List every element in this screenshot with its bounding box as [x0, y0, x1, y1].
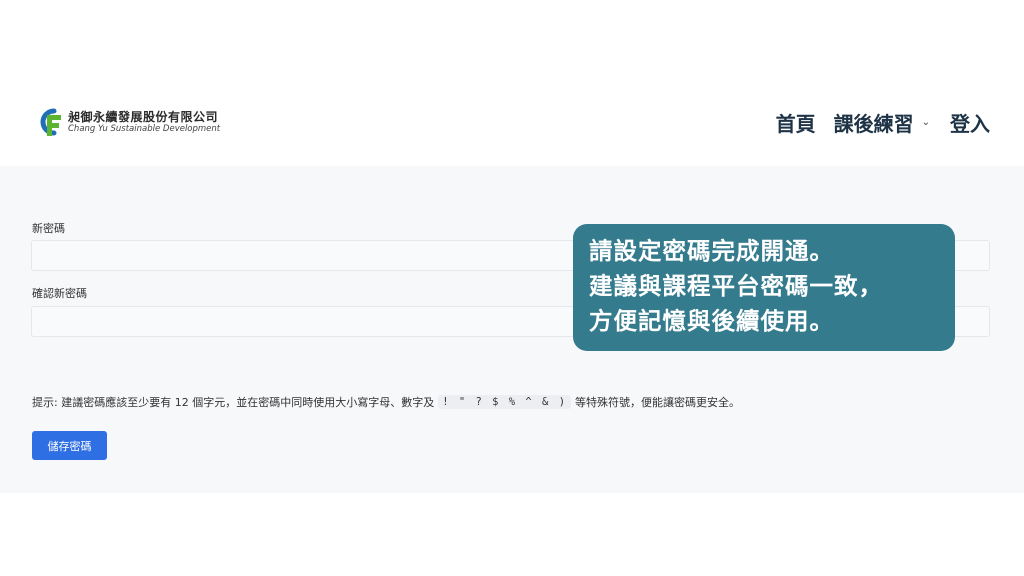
instruction-callout: 請設定密碼完成開通。 建議與課程平台密碼一致， 方便記憶與後續使用。	[573, 224, 955, 351]
save-password-button[interactable]: 儲存密碼	[32, 431, 107, 460]
company-name-en: Chang Yu Sustainable Development	[68, 123, 221, 134]
nav-home[interactable]: 首頁	[776, 108, 816, 137]
password-hint: 提示: 建議密碼應該至少要有 12 個字元，並在密碼中同時使用大小寫字母、數字及…	[32, 394, 740, 410]
nav-courses-label: 課後練習	[833, 112, 914, 136]
callout-line-2: 建議與課程平台密碼一致，	[589, 272, 883, 300]
company-name-cn: 昶御永續發展股份有限公司	[68, 109, 219, 124]
nav-login[interactable]: 登入	[950, 108, 990, 137]
callout-line-1: 請設定密碼完成開通。	[589, 237, 834, 265]
main-nav: 首頁 課後練習 ⌄ 登入	[758, 108, 990, 137]
hint-special-chars: ! " ? $ % ^ & )	[438, 395, 572, 409]
callout-line-3: 方便記憶與後續使用。	[589, 307, 834, 335]
hint-prefix: 提示: 建議密碼應該至少要有 12 個字元，並在密碼中同時使用大小寫字母、數字及	[32, 396, 435, 409]
confirm-password-label: 確認新密碼	[32, 287, 87, 300]
chevron-down-icon: ⌄	[921, 117, 930, 128]
nav-courses[interactable]: 課後練習 ⌄	[834, 108, 932, 137]
site-header: 昶御永續發展股份有限公司 Chang Yu Sustainable Develo…	[0, 0, 1024, 166]
logo-text: 昶御永續發展股份有限公司 Chang Yu Sustainable Develo…	[68, 110, 220, 135]
new-password-label: 新密碼	[32, 222, 65, 235]
logo-mark-icon	[34, 105, 64, 139]
hint-suffix: 等特殊符號，便能讓密碼更安全。	[575, 396, 741, 409]
company-logo[interactable]: 昶御永續發展股份有限公司 Chang Yu Sustainable Develo…	[34, 104, 234, 140]
